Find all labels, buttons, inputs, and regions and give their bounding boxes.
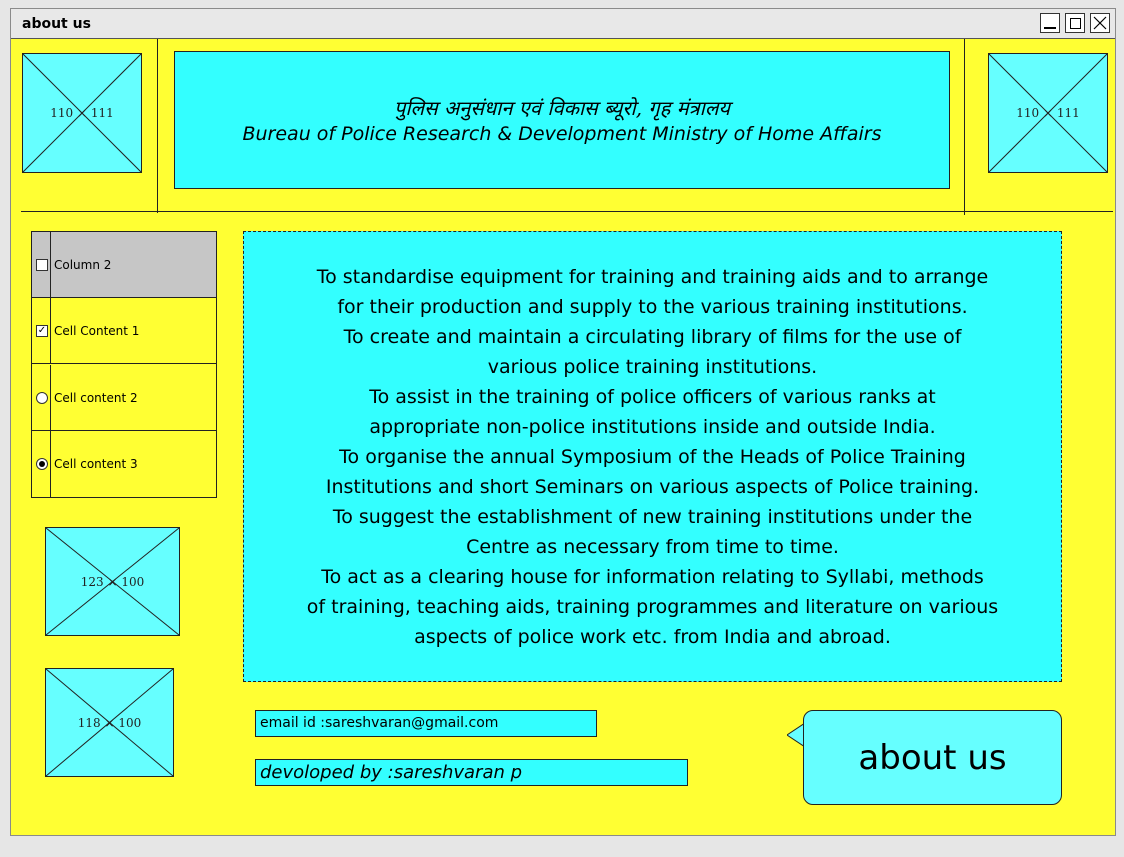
content-line: To suggest the establishment of new trai… bbox=[332, 506, 973, 528]
developer-label: devoloped by :sareshvaran p bbox=[255, 759, 688, 786]
image-size-label: 110 × 111 bbox=[50, 106, 114, 120]
table-row[interactable]: Cell content 2 bbox=[32, 365, 216, 431]
header-hindi-title: पुलिस अनुसंधान एवं विकास ब्यूरो, गृह मंत… bbox=[393, 96, 731, 120]
minimize-button[interactable] bbox=[1040, 13, 1060, 33]
content-line: of training, teaching aids, training pro… bbox=[306, 596, 999, 618]
image-placeholder-side-2: 118 × 100 bbox=[45, 668, 174, 777]
header-divider-bottom bbox=[21, 211, 1113, 212]
header-divider-right bbox=[964, 39, 965, 215]
content-line: To create and maintain a circulating lib… bbox=[343, 326, 962, 348]
title-bar[interactable]: about us bbox=[11, 9, 1115, 39]
grid-header-row: Column 2 bbox=[32, 232, 216, 298]
grid-column-divider bbox=[50, 232, 51, 297]
table-row[interactable]: Cell content 3 bbox=[32, 431, 216, 497]
close-button[interactable] bbox=[1090, 13, 1110, 33]
grid-column-divider bbox=[50, 431, 51, 497]
image-placeholder-top-right: 110 × 111 bbox=[988, 53, 1108, 173]
image-placeholder-top-left: 110 × 111 bbox=[22, 53, 142, 173]
window-title: about us bbox=[22, 16, 91, 32]
content-line: appropriate non-police institutions insi… bbox=[369, 416, 936, 438]
content-line: To standardise equipment for training an… bbox=[316, 266, 989, 288]
grid-column-divider bbox=[50, 365, 51, 430]
image-size-label: 123 × 100 bbox=[80, 574, 145, 589]
about-content-panel: To standardise equipment for training an… bbox=[243, 231, 1062, 682]
maximize-button[interactable] bbox=[1065, 13, 1085, 33]
grid-column-header: Column 2 bbox=[54, 258, 112, 272]
row-radio-selected[interactable] bbox=[36, 458, 48, 470]
cell-content: Cell Content 1 bbox=[54, 324, 140, 338]
content-line: various police training institutions. bbox=[487, 356, 818, 378]
image-placeholder-side-1: 123 × 100 bbox=[45, 527, 180, 636]
content-line: aspects of police work etc. from India a… bbox=[414, 626, 891, 648]
maximize-icon bbox=[1069, 17, 1081, 29]
select-all-checkbox[interactable] bbox=[36, 259, 48, 271]
cell-content: Cell content 3 bbox=[54, 457, 138, 471]
content-line: Centre as necessary from time to time. bbox=[466, 536, 839, 558]
content-line: Institutions and short Seminars on vario… bbox=[325, 476, 980, 498]
about-us-bubble: about us bbox=[803, 710, 1062, 805]
content-line: To assist in the training of police offi… bbox=[369, 386, 936, 408]
data-grid: Column 2 ✓ Cell Content 1 Cell content 2… bbox=[31, 231, 217, 498]
content-line: To act as a clearing house for informati… bbox=[321, 566, 984, 588]
row-checkbox[interactable]: ✓ bbox=[36, 325, 48, 337]
app-window: about us 110 × 111 पुलिस अनुसंधान एवं वि… bbox=[10, 8, 1116, 836]
email-label: email id :sareshvaran@gmail.com bbox=[255, 710, 597, 737]
row-radio[interactable] bbox=[36, 392, 48, 404]
image-size-label: 118 × 100 bbox=[77, 715, 142, 730]
cell-content: Cell content 2 bbox=[54, 391, 138, 405]
close-icon bbox=[1093, 16, 1107, 30]
header-banner: पुलिस अनुसंधान एवं विकास ब्यूरो, गृह मंत… bbox=[174, 51, 950, 189]
header-divider-left bbox=[157, 39, 158, 213]
content-line: To organise the annual Symposium of the … bbox=[339, 446, 966, 468]
header-english-title: Bureau of Police Research & Development … bbox=[242, 123, 882, 145]
grid-column-divider bbox=[50, 298, 51, 363]
table-row[interactable]: ✓ Cell Content 1 bbox=[32, 298, 216, 364]
minimize-icon bbox=[1044, 27, 1056, 29]
image-size-label: 110 × 111 bbox=[1016, 106, 1080, 120]
content-line: for their production and supply to the v… bbox=[337, 296, 968, 318]
